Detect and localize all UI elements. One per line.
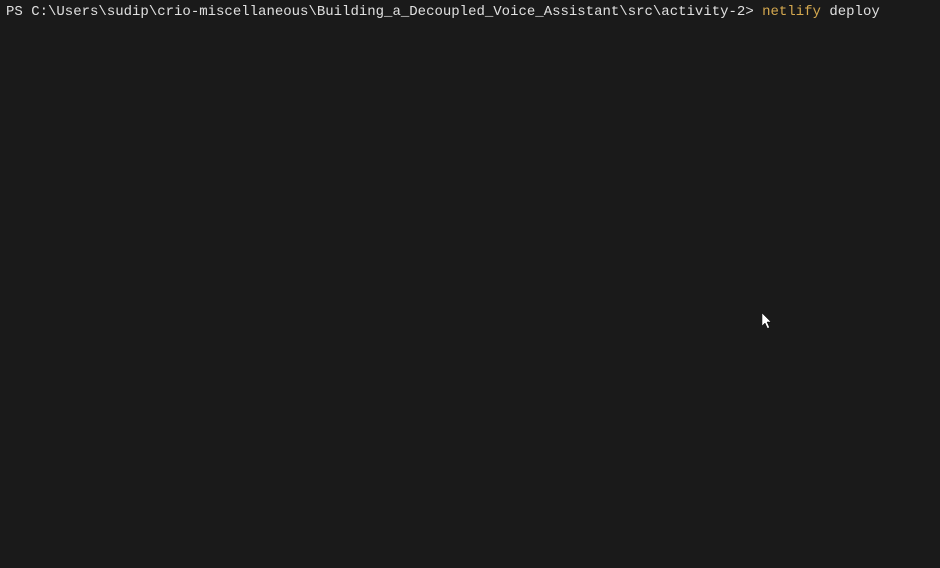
terminal-command-line[interactable]: PS C:\Users\sudip\crio-miscellaneous\Bui… <box>0 0 940 24</box>
prompt-path: PS C:\Users\sudip\crio-miscellaneous\Bui… <box>6 4 762 20</box>
command-args: deploy <box>821 4 880 20</box>
command-executable: netlify <box>762 4 821 20</box>
mouse-cursor-icon <box>762 313 774 331</box>
